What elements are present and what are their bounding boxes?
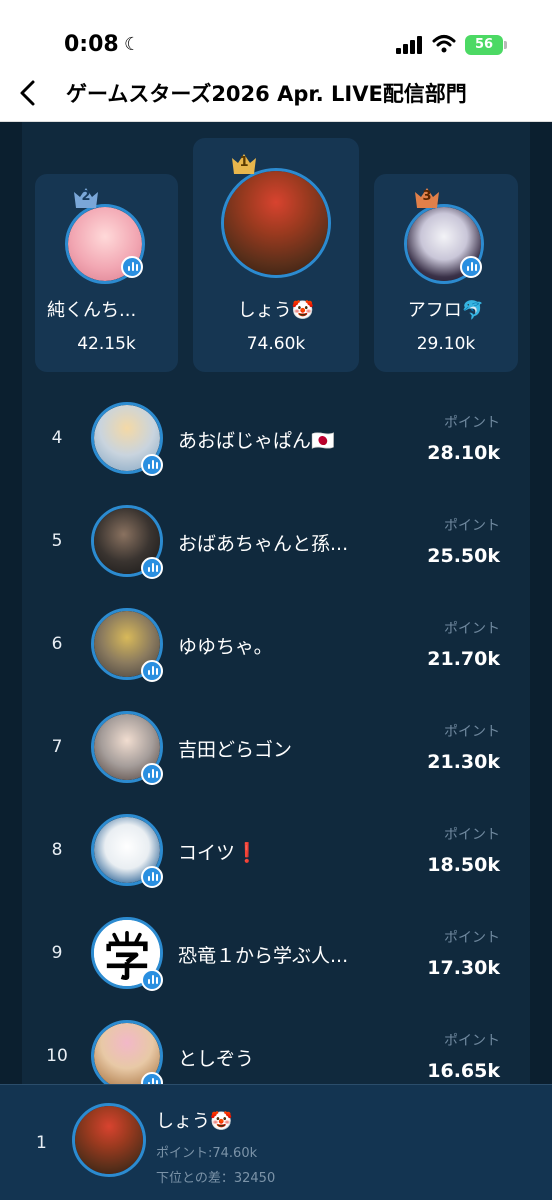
my-name: しょう🤡 — [156, 1111, 233, 1132]
row-rank: 9 — [51, 943, 63, 963]
podium-card-rank-2[interactable]: 2 純くんち... 42.15k — [35, 174, 178, 372]
podium-name: アフロ🐬 — [407, 300, 485, 321]
row-points: 28.10k — [427, 442, 500, 464]
podium-rank-number: 2 — [81, 189, 91, 204]
row-points: 21.30k — [427, 751, 500, 773]
ranking-row[interactable]: 9 恐竜１から学ぶ人... ポイント 17.30k — [22, 903, 530, 1006]
row-points: 25.50k — [427, 545, 500, 567]
row-name: 恐竜１から学ぶ人... — [178, 945, 349, 967]
row-name: あおばじゃぱん🇯🇵 — [178, 430, 335, 452]
row-rank: 8 — [51, 840, 63, 860]
ranking-row[interactable]: 10 としぞう ポイント 16.65k — [22, 1006, 530, 1084]
live-badge-icon — [141, 454, 163, 476]
wifi-icon — [432, 35, 456, 53]
row-points: 18.50k — [427, 854, 500, 876]
row-name: コイツ❗ — [178, 842, 259, 864]
page-title: ゲームスターズ2026 Apr. LIVE配信部門 — [66, 82, 467, 106]
my-rank-bar[interactable]: 1 しょう🤡 ポイント:74.60k 下位との差：32450 — [0, 1084, 552, 1200]
ranking-row[interactable]: 4 あおばじゃぱん🇯🇵 ポイント 28.10k — [22, 388, 530, 491]
row-rank: 6 — [51, 634, 63, 654]
moon-icon: ☾ — [124, 34, 141, 55]
podium-points: 29.10k — [416, 334, 476, 354]
points-label: ポイント — [444, 621, 500, 637]
nav-bar: ゲームスターズ2026 Apr. LIVE配信部門 — [0, 76, 552, 122]
live-badge-icon — [141, 763, 163, 785]
live-badge-icon — [121, 256, 143, 278]
my-avatar — [72, 1103, 146, 1177]
points-label: ポイント — [444, 518, 500, 534]
battery-tip — [504, 41, 507, 49]
row-points: 16.65k — [427, 1060, 500, 1082]
battery-icon: 56 — [465, 35, 503, 55]
ranking-row[interactable]: 8 コイツ❗ ポイント 18.50k — [22, 800, 530, 903]
podium-rank-number: 1 — [239, 155, 249, 170]
row-rank: 5 — [51, 531, 63, 551]
podium-card-rank-3[interactable]: 3 アフロ🐬 29.10k — [374, 174, 518, 372]
points-label: ポイント — [444, 415, 500, 431]
signal-icon — [396, 36, 422, 54]
live-badge-icon — [141, 660, 163, 682]
row-rank: 4 — [51, 428, 63, 448]
back-icon[interactable] — [14, 78, 44, 108]
points-label: ポイント — [444, 1033, 500, 1049]
live-badge-icon — [460, 256, 482, 278]
points-label: ポイント — [444, 724, 500, 740]
row-name: ゆゆちゃ。 — [178, 636, 273, 658]
my-rank-number: 1 — [36, 1133, 47, 1153]
avatar — [221, 168, 331, 278]
podium-points: 42.15k — [77, 334, 136, 354]
points-label: ポイント — [444, 827, 500, 843]
row-name: 吉田どらゴン — [178, 739, 293, 761]
points-label: ポイント — [444, 930, 500, 946]
podium-rank-number: 3 — [422, 189, 432, 204]
ranking-row[interactable]: 6 ゆゆちゃ。 ポイント 21.70k — [22, 594, 530, 697]
podium-name: 純くんち... — [47, 300, 137, 321]
live-badge-icon — [141, 1072, 163, 1084]
my-points: ポイント:74.60k — [156, 1146, 258, 1161]
live-badge-icon — [141, 969, 163, 991]
row-points: 21.70k — [427, 648, 500, 670]
live-badge-icon — [141, 866, 163, 888]
ranking-row[interactable]: 7 吉田どらゴン ポイント 21.30k — [22, 697, 530, 800]
row-name: おばあちゃんと孫... — [178, 533, 349, 555]
status-time: 0:08 — [64, 32, 119, 57]
podium-card-rank-1[interactable]: 1 しょう🤡 74.60k — [193, 138, 359, 372]
ranking-row[interactable]: 5 おばあちゃんと孫... ポイント 25.50k — [22, 491, 530, 594]
podium-points: 74.60k — [246, 334, 306, 354]
row-rank: 7 — [51, 737, 63, 757]
row-rank: 10 — [46, 1046, 68, 1066]
row-points: 17.30k — [427, 957, 500, 979]
my-gap: 下位との差：32450 — [156, 1171, 276, 1186]
ranking-content[interactable]: 2 純くんち... 42.15k 1 しょう🤡 74.60k 3 アフロ🐬 29… — [0, 122, 552, 1084]
live-badge-icon — [141, 557, 163, 579]
status-bar: 0:08 ☾ 56 — [0, 0, 552, 76]
podium-name: しょう🤡 — [237, 300, 315, 321]
row-name: としぞう — [178, 1048, 255, 1070]
